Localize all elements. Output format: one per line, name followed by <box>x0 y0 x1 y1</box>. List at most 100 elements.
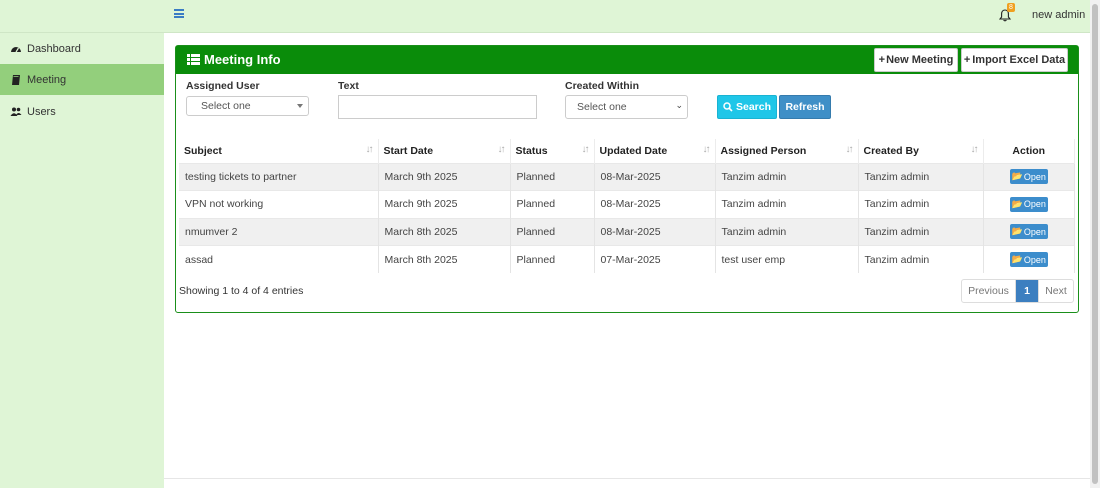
cell-start-date: March 8th 2025 <box>378 245 511 273</box>
open-label: Open <box>1023 254 1046 265</box>
cell-subject: VPN not working <box>179 190 379 218</box>
cell-created-by: Tanzim admin <box>858 245 984 273</box>
import-excel-label: Import Excel Data <box>972 54 1066 66</box>
cell-action: 📂 Open <box>983 190 1075 218</box>
column-assigned-person[interactable]: Assigned Person ↓↑ <box>715 139 859 163</box>
open-label: Open <box>1023 171 1046 182</box>
column-subject[interactable]: Subject ↓↑ <box>179 139 379 163</box>
import-excel-button[interactable]: + Import Excel Data <box>961 48 1068 72</box>
chevron-down-icon: ⌄ <box>675 100 683 110</box>
folder-open-icon: 📂 <box>1011 254 1023 264</box>
new-meeting-button[interactable]: + New Meeting <box>874 48 958 72</box>
folder-open-icon: 📂 <box>1011 198 1023 209</box>
cell-start-date: March 9th 2025 <box>378 190 511 218</box>
user-menu[interactable]: new admin <box>1032 9 1085 21</box>
column-start-date[interactable]: Start Date ↓↑ <box>378 139 511 163</box>
open-button[interactable]: 📂 Open <box>1009 224 1048 240</box>
cell-subject: testing tickets to partner <box>179 162 379 191</box>
open-button[interactable]: 📂 Open <box>1009 252 1048 267</box>
previous-page-button[interactable]: Previous <box>962 280 1016 302</box>
sidebar-item-meeting[interactable]: Meeting <box>0 64 164 95</box>
cell-action: 📂 Open <box>983 162 1075 191</box>
column-label: Subject <box>184 144 222 157</box>
column-label: Start Date <box>383 144 434 157</box>
text-label: Text <box>338 80 359 92</box>
cell-action: 📂 Open <box>983 245 1075 273</box>
cell-updated-date: 08-Mar-2025 <box>594 162 716 191</box>
search-button-label: Search <box>735 101 772 113</box>
notification-bell[interactable]: 8 <box>998 3 1015 22</box>
created-within-select[interactable]: Select one ⌄ <box>565 95 688 119</box>
plus-icon: + <box>878 54 886 66</box>
sort-icon: ↓↑ <box>702 144 711 155</box>
scrollbar-thumb[interactable] <box>1092 4 1098 484</box>
assigned-user-value: Select one <box>201 100 251 112</box>
cell-assigned-person: Tanzim admin <box>715 217 859 246</box>
list-icon <box>187 54 200 65</box>
column-label: Updated Date <box>599 144 668 157</box>
cell-assigned-person: test user emp <box>715 245 859 273</box>
cell-created-by: Tanzim admin <box>858 162 984 191</box>
page-1-button[interactable]: 1 <box>1016 280 1038 302</box>
column-label: Action <box>1012 144 1046 157</box>
pagination: Previous 1 Next <box>961 279 1074 303</box>
entries-info: Showing 1 to 4 of 4 entries <box>179 285 304 297</box>
text-search-input[interactable] <box>338 95 537 119</box>
meeting-info-panel: Meeting Info + New Meeting + Import Exce… <box>175 45 1079 313</box>
next-page-button[interactable]: Next <box>1038 280 1073 302</box>
sort-icon: ↓↑ <box>365 144 374 155</box>
column-status[interactable]: Status ↓↑ <box>510 139 595 163</box>
folder-open-icon: 📂 <box>1011 226 1023 237</box>
sidebar: Dashboard Meeting Users <box>0 33 164 488</box>
search-icon <box>723 102 733 112</box>
table-header-row: Subject ↓↑ Start Date ↓↑ Status ↓↑ Updated … <box>179 139 1075 163</box>
cell-subject: assad <box>179 245 379 273</box>
open-label: Open <box>1023 226 1046 237</box>
panel-header: Meeting Info + New Meeting + Import Exce… <box>176 46 1078 74</box>
menu-toggle-icon[interactable] <box>174 9 184 18</box>
cell-status: Planned <box>510 162 595 191</box>
cell-status: Planned <box>510 217 595 246</box>
cell-start-date: March 8th 2025 <box>378 217 511 246</box>
top-bar: 8 new admin <box>0 0 1090 33</box>
assigned-user-label: Assigned User <box>186 80 260 92</box>
new-meeting-label: New Meeting <box>886 54 954 66</box>
sidebar-item-dashboard[interactable]: Dashboard <box>0 33 164 64</box>
table-row: assad March 8th 2025 Planned 07-Mar-2025… <box>179 245 1075 273</box>
cell-status: Planned <box>510 245 595 273</box>
open-button[interactable]: 📂 Open <box>1009 196 1048 212</box>
column-label: Assigned Person <box>720 144 807 157</box>
footer-divider <box>164 478 1090 479</box>
search-button[interactable]: Search <box>717 95 777 119</box>
sidebar-item-label: Meeting <box>27 73 67 86</box>
assigned-user-select[interactable]: Select one <box>186 96 309 116</box>
cell-assigned-person: Tanzim admin <box>715 190 859 218</box>
column-updated-date[interactable]: Updated Date ↓↑ <box>594 139 716 163</box>
panel-title-text: Meeting Info <box>204 52 281 67</box>
column-label: Created By <box>863 144 919 157</box>
cell-status: Planned <box>510 190 595 218</box>
caret-down-icon <box>297 104 303 108</box>
sort-icon: ↓↑ <box>970 144 979 155</box>
dashboard-icon <box>11 46 21 52</box>
created-within-value: Select one <box>577 101 627 113</box>
cell-updated-date: 08-Mar-2025 <box>594 217 716 246</box>
refresh-button[interactable]: Refresh <box>779 95 831 119</box>
sort-icon: ↓↑ <box>497 144 506 155</box>
sort-icon: ↓↑ <box>581 144 590 155</box>
cell-updated-date: 08-Mar-2025 <box>594 190 716 218</box>
sidebar-item-users[interactable]: Users <box>0 96 164 127</box>
cell-assigned-person: Tanzim admin <box>715 162 859 191</box>
open-button[interactable]: 📂 Open <box>1009 169 1048 185</box>
folder-open-icon: 📂 <box>1011 171 1023 182</box>
plus-icon: + <box>963 54 971 66</box>
cell-created-by: Tanzim admin <box>858 217 984 246</box>
sidebar-item-label: Users <box>27 105 56 118</box>
table-row: testing tickets to partner March 9th 202… <box>179 162 1075 191</box>
column-label: Status <box>515 144 548 157</box>
column-action: Action <box>983 139 1075 163</box>
panel-title: Meeting Info <box>187 52 281 67</box>
cell-action: 📂 Open <box>983 217 1075 246</box>
cell-subject: nmumver 2 <box>179 217 379 246</box>
column-created-by[interactable]: Created By ↓↑ <box>858 139 984 163</box>
